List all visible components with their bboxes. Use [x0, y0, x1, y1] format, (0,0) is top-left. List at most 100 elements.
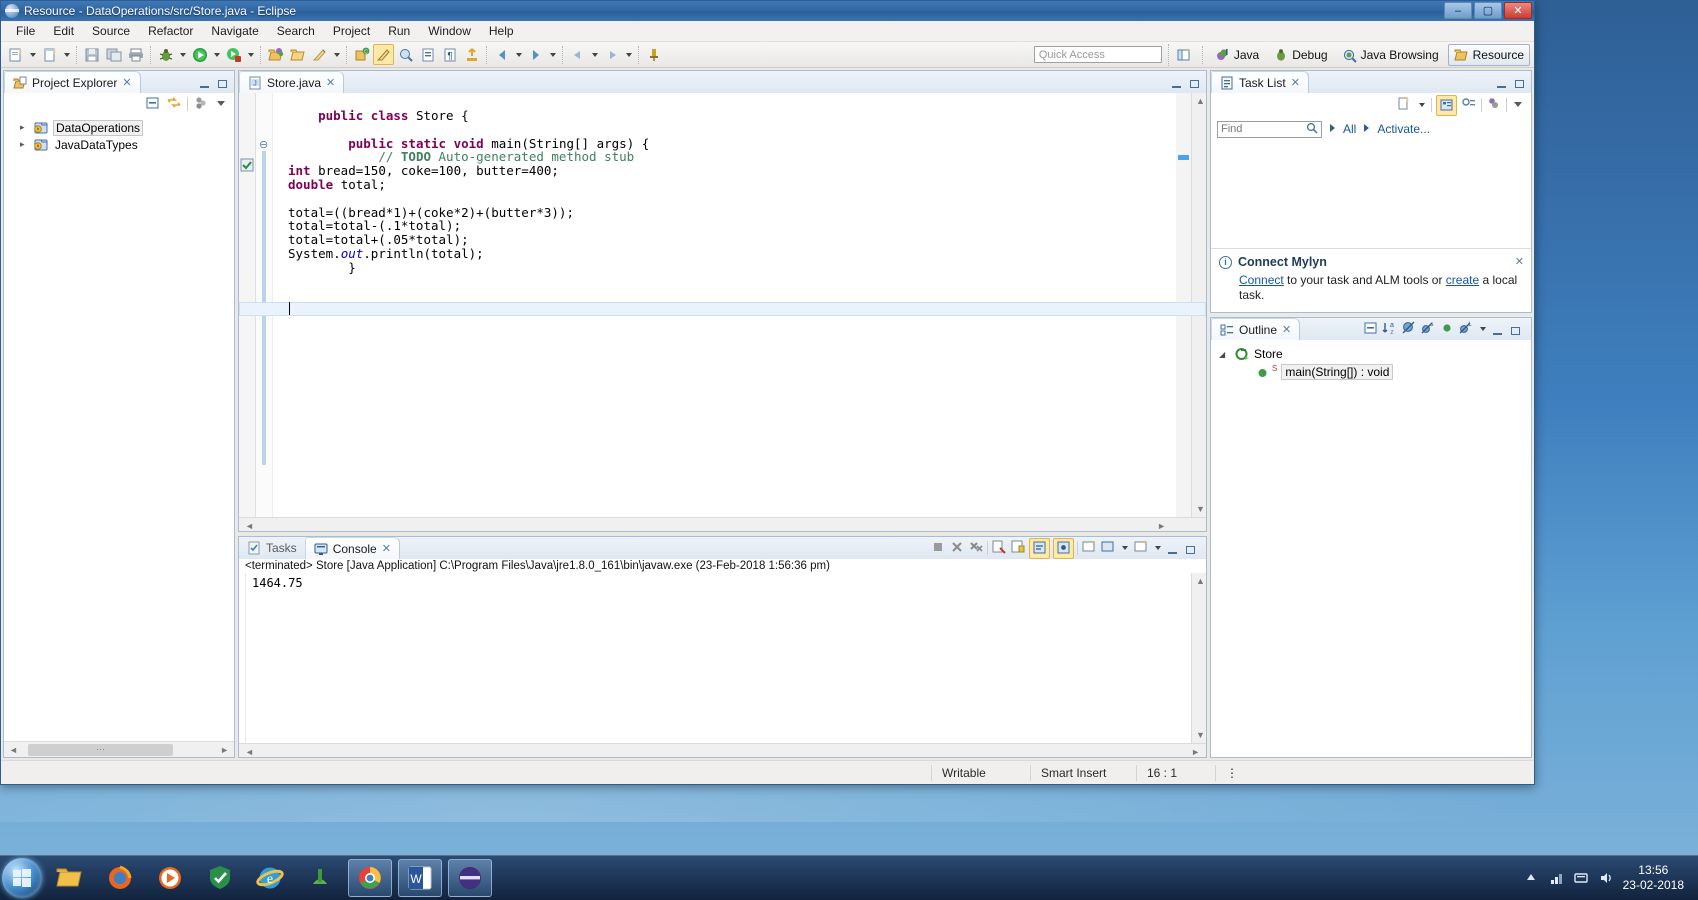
hide-fields-icon[interactable] — [1401, 320, 1417, 339]
volume-icon[interactable] — [1598, 870, 1614, 886]
scroll-down-icon[interactable]: ▼ — [1196, 730, 1205, 740]
minimize-icon[interactable] — [1166, 542, 1178, 554]
internet-explorer-icon[interactable]: e — [248, 859, 292, 897]
tree-item-javadatatypes[interactable]: ▸ JavaDataTypes — [10, 136, 234, 153]
menu-run[interactable]: Run — [379, 21, 419, 41]
view-dropdown-icon[interactable] — [214, 96, 228, 113]
new-task-dropdown-icon[interactable] — [1416, 95, 1427, 116]
network-icon[interactable] — [1548, 870, 1564, 886]
debug-dropdown-icon[interactable] — [177, 44, 188, 65]
scroll-left-icon[interactable]: ◄ — [9, 745, 18, 755]
scroll-up-icon[interactable]: ▲ — [1196, 96, 1205, 106]
firefox-icon[interactable] — [98, 859, 142, 897]
tab-console[interactable]: Console ✕ — [304, 537, 400, 559]
chevron-right-icon[interactable]: ▸ — [20, 122, 29, 133]
action-center-icon[interactable] — [1573, 870, 1589, 886]
connect-link[interactable]: Connect — [1239, 273, 1284, 287]
link-with-editor-icon[interactable] — [166, 95, 182, 114]
toggle-markoccurrences-active-icon[interactable] — [373, 44, 394, 65]
nav-forward-dropdown-icon[interactable] — [547, 44, 558, 65]
utorrent-icon[interactable] — [298, 859, 342, 897]
run-external-dropdown-icon[interactable] — [245, 44, 256, 65]
filter-activate-arrow-icon[interactable] — [1362, 122, 1371, 136]
tab-tasks[interactable]: Tasks — [239, 537, 305, 559]
maximize-icon[interactable] — [1513, 76, 1525, 88]
open-task-icon[interactable] — [287, 44, 308, 65]
nav-forward-icon[interactable] — [525, 44, 546, 65]
hide-local-types-icon[interactable]: L — [1458, 320, 1474, 339]
scroll-right-icon[interactable]: ► — [1157, 521, 1166, 531]
shield-antivirus-icon[interactable] — [198, 859, 242, 897]
maximize-button[interactable]: ▢ — [1474, 2, 1502, 19]
next-edit-dropdown-icon[interactable] — [623, 44, 634, 65]
status-menu-icon[interactable]: ⋮ — [1216, 761, 1248, 784]
open-console-icon[interactable] — [1100, 539, 1116, 558]
filter-all-label[interactable]: All — [1343, 122, 1356, 136]
word-wrap-icon[interactable] — [1029, 537, 1050, 559]
scroll-left-icon[interactable]: ◄ — [245, 747, 254, 757]
minimize-icon[interactable] — [1491, 323, 1503, 335]
editor-hscrollbar[interactable]: ◄ ► — [239, 517, 1206, 531]
console-output-area[interactable]: 1464.75 ▲ ▼ — [239, 573, 1206, 743]
chevron-right-icon[interactable]: ▸ — [20, 139, 29, 150]
outline-item-store[interactable]: ◢ Store — [1219, 345, 1531, 363]
eclipse-icon[interactable] — [448, 859, 492, 897]
save-icon[interactable] — [81, 44, 102, 65]
perspective-java[interactable]: Java — [1210, 45, 1264, 65]
perspective-java-browsing[interactable]: Java Browsing — [1337, 45, 1444, 65]
previous-edit-icon[interactable] — [567, 44, 588, 65]
maximize-icon[interactable] — [1509, 323, 1521, 335]
fold-collapse-icon[interactable]: ⊖ — [259, 138, 268, 151]
markoccurrences-dropdown-icon[interactable] — [331, 44, 342, 65]
scroll-up-icon[interactable]: ▲ — [1196, 576, 1205, 586]
menu-help[interactable]: Help — [480, 21, 523, 41]
nav-back-dropdown-icon[interactable] — [513, 44, 524, 65]
minimize-icon[interactable] — [198, 76, 210, 88]
scroll-lock-icon[interactable] — [1010, 539, 1026, 558]
tab-store-java[interactable]: J Store.java ✕ — [239, 71, 345, 93]
windows-start-orb[interactable] — [2, 858, 42, 898]
filter-activate-label[interactable]: Activate... — [1377, 122, 1430, 136]
back-icon[interactable] — [461, 44, 482, 65]
search-icon[interactable] — [395, 44, 416, 65]
hscroll-thumb[interactable]: ⋯ — [28, 743, 173, 756]
new-item-icon[interactable] — [39, 44, 60, 65]
run-external-tools-icon[interactable] — [223, 44, 244, 65]
minimize-icon[interactable] — [1495, 76, 1507, 88]
open-console-dropdown-icon[interactable] — [1119, 538, 1130, 559]
new-wizard-icon[interactable] — [5, 44, 26, 65]
scroll-down-icon[interactable]: ▼ — [1196, 504, 1205, 514]
minimize-button[interactable]: – — [1444, 2, 1472, 19]
maximize-icon[interactable] — [1188, 76, 1200, 88]
scheduled-presentation-icon[interactable] — [1461, 96, 1477, 115]
media-player-icon[interactable] — [148, 859, 192, 897]
taskbar-clock[interactable]: 13:56 23-02-2018 — [1623, 863, 1690, 893]
previous-edit-dropdown-icon[interactable] — [589, 44, 600, 65]
previous-annotation-icon[interactable]: ¶ — [439, 44, 460, 65]
perspective-resource[interactable]: Resource — [1447, 43, 1530, 66]
categorized-presentation-icon[interactable] — [1436, 94, 1457, 116]
console-view-menu-icon[interactable] — [1133, 539, 1149, 558]
find-input[interactable]: Find — [1217, 120, 1322, 138]
task-list-empty-area[interactable] — [1211, 141, 1531, 248]
perspective-debug[interactable]: Debug — [1268, 45, 1332, 65]
pin-editor-icon[interactable] — [643, 44, 664, 65]
collapse-all-icon[interactable] — [1363, 320, 1379, 339]
overview-marker[interactable] — [1178, 155, 1189, 160]
file-explorer-icon[interactable] — [48, 859, 92, 897]
view-menu-icon[interactable] — [1511, 97, 1525, 114]
toggle-markoccurrences-icon[interactable] — [309, 44, 330, 65]
menu-refactor[interactable]: Refactor — [139, 21, 202, 41]
open-type-icon[interactable] — [265, 44, 286, 65]
console-hscrollbar[interactable]: ◄ ► — [239, 743, 1206, 757]
hide-nonpublic-icon[interactable] — [1439, 320, 1455, 339]
quick-access-input[interactable]: Quick Access — [1033, 46, 1162, 63]
focus-on-workweek-icon[interactable] — [1486, 96, 1502, 115]
scroll-right-icon[interactable]: ► — [1191, 747, 1200, 757]
debug-icon[interactable] — [155, 44, 176, 65]
maximize-icon[interactable] — [216, 76, 228, 88]
show-hidden-icons-icon[interactable] — [1523, 870, 1539, 886]
expander-icon[interactable]: ◢ — [1219, 350, 1231, 359]
menu-project[interactable]: Project — [324, 21, 379, 41]
minimize-icon[interactable] — [1170, 76, 1182, 88]
